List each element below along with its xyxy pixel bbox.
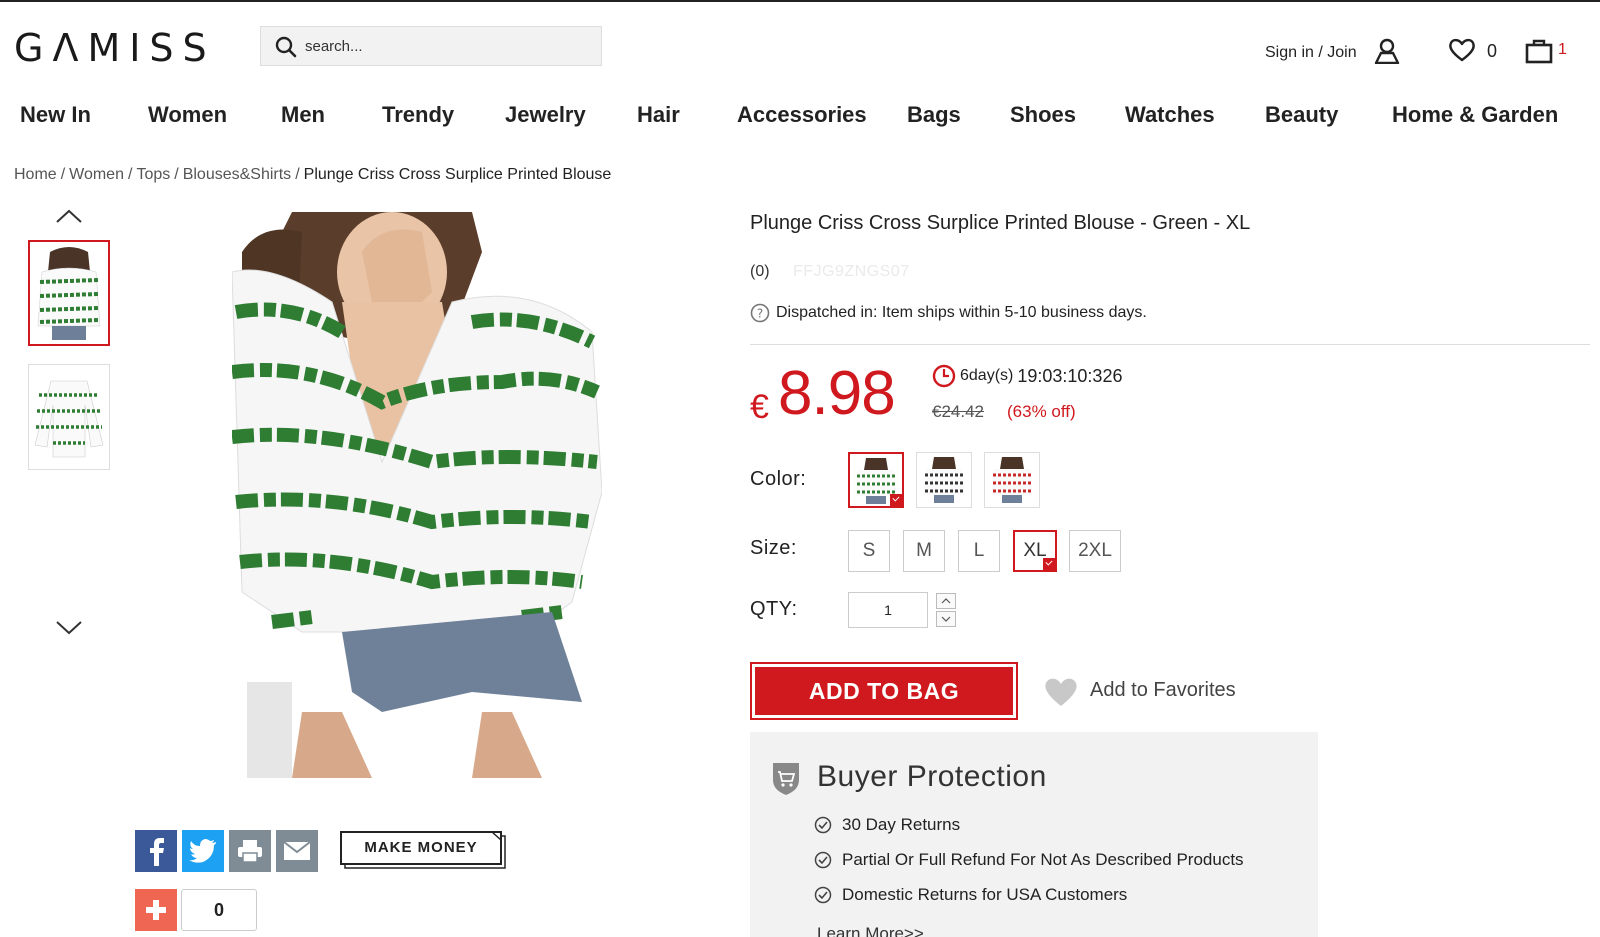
qty-decrement-button[interactable] [936, 611, 956, 627]
size-option-s[interactable]: S [848, 530, 890, 572]
svg-text:?: ? [757, 307, 763, 321]
nav-item-trendy[interactable]: Trendy [382, 102, 454, 128]
thumbnail-model[interactable] [28, 240, 110, 346]
size-option-2xl[interactable]: 2XL [1069, 530, 1121, 572]
bag-icon[interactable] [1525, 36, 1553, 64]
color-swatch-red[interactable] [984, 452, 1040, 508]
clock-icon [932, 364, 956, 388]
email-share-button[interactable] [276, 830, 318, 872]
favorite-heart-icon[interactable] [1043, 676, 1079, 708]
check-circle-icon [814, 886, 832, 904]
search-bar[interactable] [260, 26, 602, 66]
nav-item-women[interactable]: Women [148, 102, 227, 128]
print-icon [238, 840, 262, 863]
protection-item: 30 Day Returns [814, 815, 960, 835]
email-icon [283, 841, 311, 860]
selected-check-icon [890, 494, 902, 506]
chevron-up-icon [941, 598, 951, 604]
qty-label: QTY: [750, 598, 798, 620]
product-title: Plunge Criss Cross Surplice Printed Blou… [750, 212, 1251, 234]
color-swatch-black[interactable] [916, 452, 972, 508]
breadcrumb-tops[interactable]: Tops [136, 166, 170, 183]
breadcrumb-women[interactable]: Women [69, 166, 124, 183]
search-input[interactable] [305, 33, 585, 59]
nav-item-jewelry[interactable]: Jewelry [505, 102, 586, 128]
user-icon[interactable] [1374, 38, 1400, 64]
size-option-xl[interactable]: XL [1013, 530, 1057, 572]
size-option-m[interactable]: M [903, 530, 945, 572]
protection-item-text: Domestic Returns for USA Customers [842, 885, 1128, 904]
price-currency: € [750, 388, 769, 426]
check-circle-icon [814, 851, 832, 869]
nav-item-new-in[interactable]: New In [20, 102, 91, 128]
search-icon[interactable] [275, 36, 297, 58]
protection-item-text: 30 Day Returns [842, 815, 961, 834]
wishlist-heart-icon[interactable] [1448, 38, 1476, 62]
price: 8.98 [778, 359, 896, 428]
qty-increment-button[interactable] [936, 593, 956, 609]
check-circle-icon [814, 816, 832, 834]
discount-percent: (63% off) [1007, 402, 1076, 421]
review-count[interactable]: (0) [750, 263, 770, 281]
size-label: Size: [750, 537, 797, 559]
protection-item: Partial Or Full Refund For Not As Descri… [814, 850, 1244, 870]
nav-item-home-garden[interactable]: Home & Garden [1392, 102, 1558, 128]
original-price: €24.42 [932, 402, 984, 421]
learn-more-link[interactable]: Learn More>> [817, 924, 924, 937]
nav-item-men[interactable]: Men [281, 102, 325, 128]
shield-cart-icon [773, 763, 799, 795]
main-nav: New In Women Men Trendy Jewelry Hair Acc… [0, 102, 1600, 138]
chevron-down-icon [941, 616, 951, 622]
nav-item-accessories[interactable]: Accessories [737, 102, 867, 128]
facebook-share-button[interactable] [135, 830, 177, 872]
nav-item-hair[interactable]: Hair [637, 102, 680, 128]
print-button[interactable] [229, 830, 271, 872]
color-swatch-green[interactable] [848, 452, 904, 508]
twitter-share-button[interactable] [182, 830, 224, 872]
bag-count: 1 [1558, 41, 1567, 58]
nav-item-beauty[interactable]: Beauty [1265, 102, 1338, 128]
qty-input[interactable] [848, 592, 928, 628]
protection-item-text: Partial Or Full Refund For Not As Descri… [842, 850, 1244, 869]
breadcrumb-blouses[interactable]: Blouses&Shirts [183, 166, 292, 183]
breadcrumb-home[interactable]: Home [14, 166, 57, 183]
thumb-up-arrow-icon[interactable] [54, 208, 84, 224]
countdown-timer: 6day(s) 19:03:10:326 [932, 364, 1122, 388]
divider [750, 344, 1590, 345]
breadcrumb: Home / Women / Tops / Blouses&Shirts / Plunge Cr… [14, 166, 612, 183]
site-logo[interactable]: GΛMISS [14, 26, 216, 70]
share-count: 0 [181, 889, 257, 931]
twitter-icon [189, 839, 216, 863]
nav-item-watches[interactable]: Watches [1125, 102, 1215, 128]
add-to-bag-button[interactable]: ADD TO BAG [750, 662, 1018, 720]
plus-icon [146, 900, 166, 920]
facebook-icon [150, 838, 164, 866]
add-to-favorites-link[interactable]: Add to Favorites [1090, 679, 1236, 702]
main-product-image[interactable] [232, 212, 602, 778]
protection-item: Domestic Returns for USA Customers [814, 885, 1127, 905]
dispatch-text: Dispatched in: Item ships within 5-10 bu… [776, 304, 1147, 321]
make-money-button[interactable] [340, 830, 508, 870]
help-circle-icon[interactable]: ? [750, 303, 770, 323]
thumbnail-flat[interactable] [28, 364, 110, 470]
color-label: Color: [750, 468, 807, 490]
countdown-time: 19:03:10:326 [1017, 365, 1123, 386]
nav-item-shoes[interactable]: Shoes [1010, 102, 1076, 128]
addthis-plus-button[interactable] [135, 889, 177, 931]
thumb-down-arrow-icon[interactable] [54, 620, 84, 636]
product-sku: FFJG9ZNGS07 [793, 263, 910, 280]
nav-item-bags[interactable]: Bags [907, 102, 961, 128]
signin-link[interactable]: Sign in / Join [1265, 44, 1357, 62]
breadcrumb-current: Plunge Criss Cross Surplice Printed Blou… [303, 166, 612, 183]
dispatch-info: ? Dispatched in: Item ships within 5-10 … [750, 303, 1147, 323]
wishlist-count: 0 [1487, 41, 1498, 61]
top-border [0, 0, 1600, 2]
add-to-bag-label: ADD TO BAG [755, 667, 1013, 715]
size-option-l[interactable]: L [958, 530, 1000, 572]
selected-check-icon [1043, 558, 1055, 570]
buyer-protection-title: Buyer Protection [817, 760, 1047, 793]
countdown-days: 6day(s) [960, 367, 1014, 384]
